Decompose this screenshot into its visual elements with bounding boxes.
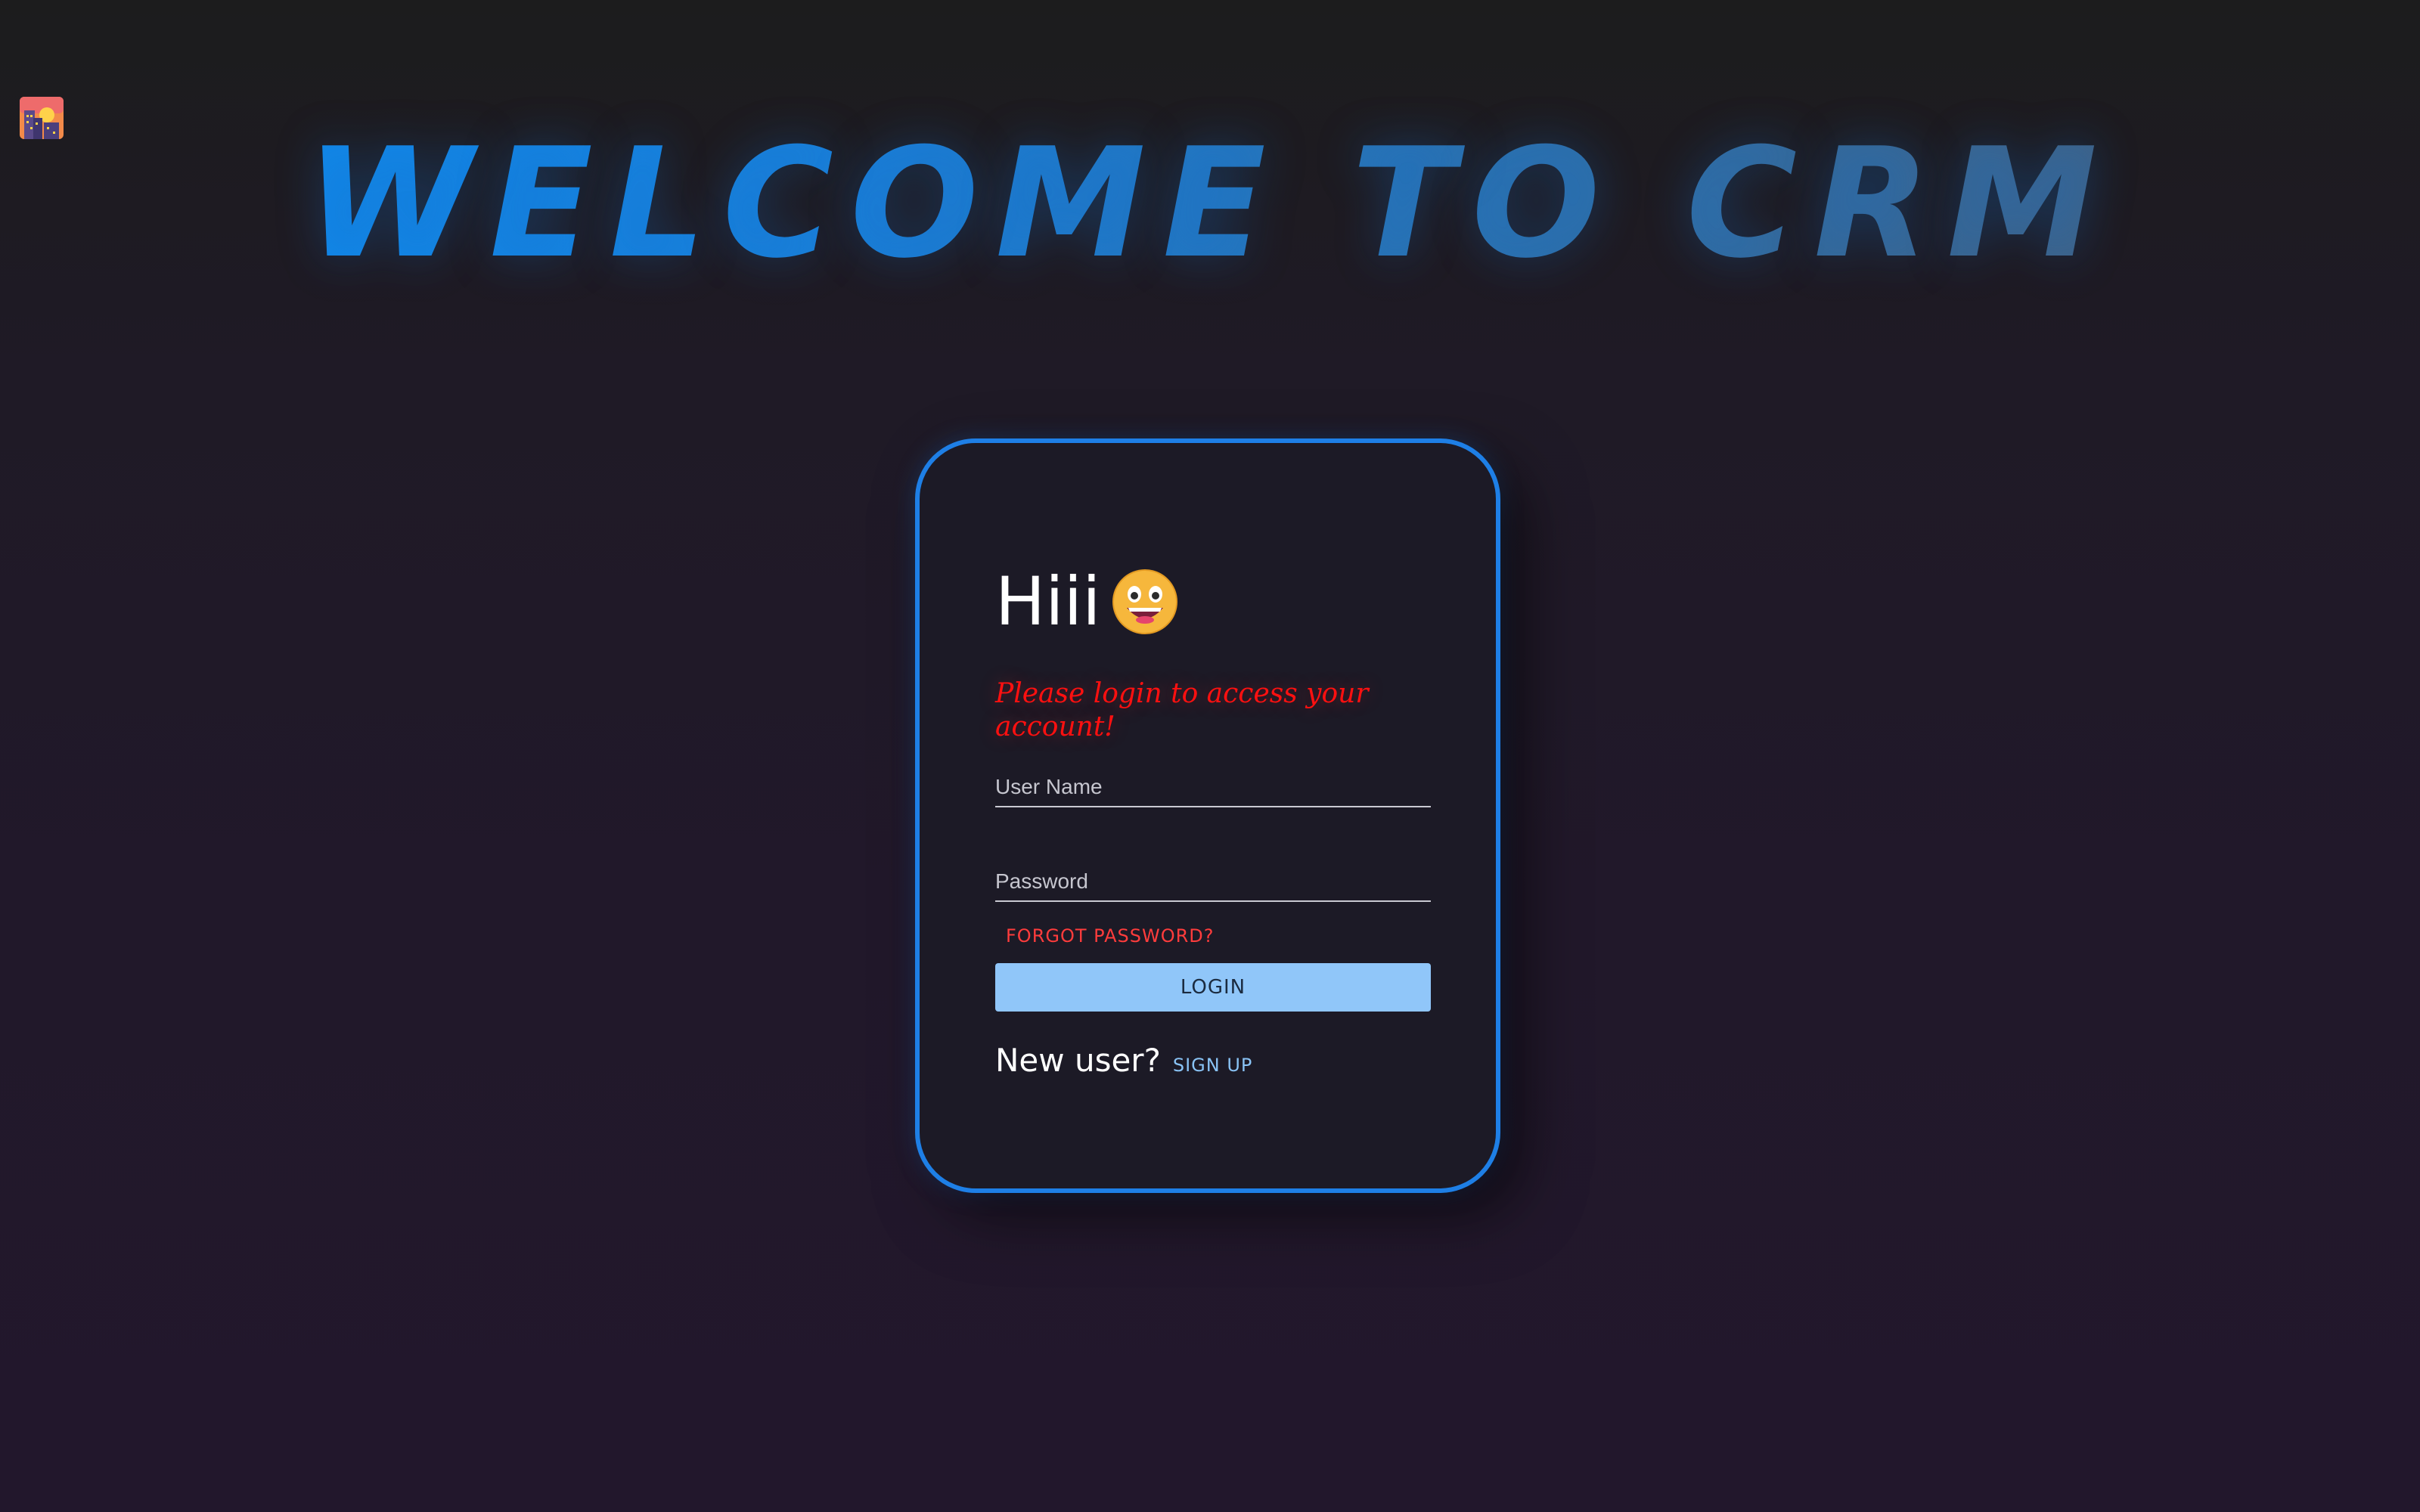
login-button[interactable]: LOGIN (995, 963, 1431, 1012)
password-input[interactable] (995, 863, 1431, 900)
login-card: Hiii Please login to access your account… (915, 438, 1500, 1193)
signup-link[interactable]: SIGN UP (1173, 1055, 1253, 1076)
grinning-face-icon (1112, 569, 1177, 634)
login-subtitle: Please login to access your account! (995, 678, 1369, 742)
greeting: Hiii (995, 564, 1178, 640)
signup-row: New user? SIGN UP (995, 1042, 1252, 1079)
page-title: WELCOME TO CRM (0, 113, 2420, 295)
password-field-container (995, 863, 1431, 902)
forgot-password-link[interactable]: FORGOT PASSWORD? (1006, 925, 1215, 947)
new-user-text: New user? (995, 1042, 1161, 1079)
username-field-container (995, 768, 1431, 807)
greeting-text: Hiii (995, 562, 1101, 640)
username-input[interactable] (995, 768, 1431, 806)
